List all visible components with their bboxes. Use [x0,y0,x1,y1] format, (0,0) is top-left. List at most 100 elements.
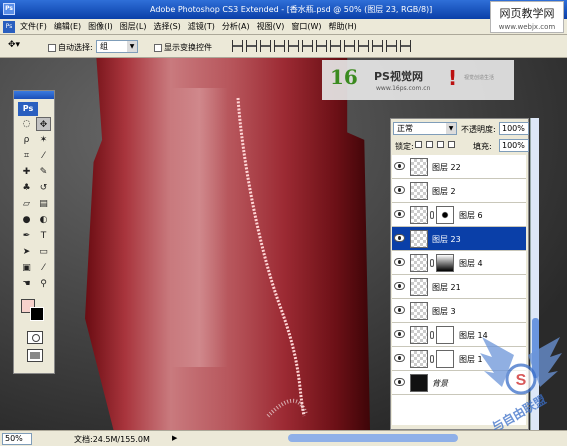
layer-row-selected[interactable]: 图层 23 [392,227,526,251]
layer-row[interactable]: 图层 2 [392,179,526,203]
menu-window[interactable]: 窗口(W) [291,21,321,32]
layer-name: 图层 23 [432,235,461,244]
move-tool-icon[interactable]: ✥ [36,117,51,131]
layer-mask-thumbnail[interactable] [436,206,454,224]
align-vcenter-icon[interactable] [246,40,257,52]
menu-filter[interactable]: 滤镜(T) [188,21,215,32]
distribute-hcenter-icon[interactable] [372,40,383,52]
menu-layer[interactable]: 图层(L) [120,21,147,32]
layer-mask-thumbnail[interactable] [436,326,454,344]
rectangle-tool-icon[interactable]: ▭ [36,245,51,259]
distribute-top-icon[interactable] [316,40,327,52]
path-selection-icon[interactable]: ➤ [19,245,34,259]
eye-icon[interactable] [394,234,405,242]
menu-image[interactable]: 图像(I) [88,21,113,32]
lock-pixels-icon[interactable] [426,141,433,148]
menu-select[interactable]: 选择(S) [153,21,180,32]
layer-mask-thumbnail[interactable] [436,254,454,272]
mask-link-icon[interactable] [430,355,434,363]
dodge-tool-icon[interactable]: ◐ [36,213,51,227]
pen-tool-icon[interactable]: ✒ [19,229,34,243]
title-bar: Ps Adobe Photoshop CS3 Extended - [香水瓶.p… [0,0,567,19]
magic-wand-tool-icon[interactable]: ✶ [36,133,51,147]
eye-icon[interactable] [394,258,405,266]
eye-icon[interactable] [394,186,405,194]
auto-align-icon[interactable] [400,40,411,52]
mask-link-icon[interactable] [430,211,434,219]
align-bottom-icon[interactable] [260,40,271,52]
mask-link-icon[interactable] [430,331,434,339]
eyedropper-tool-icon[interactable]: ⁄ [36,261,51,275]
quick-mask-icon[interactable] [27,331,43,344]
zoom-tool-icon[interactable]: ⚲ [36,277,51,291]
menu-file[interactable]: 文件(F) [20,21,47,32]
align-hcenter-icon[interactable] [288,40,299,52]
watermark-emblem: S 与自由联盟 [480,337,562,430]
tools-panel-header[interactable] [14,91,54,99]
layer-row[interactable]: 图层 22 [392,155,526,179]
distribute-bottom-icon[interactable] [344,40,355,52]
align-top-icon[interactable] [232,40,243,52]
auto-select-dropdown[interactable]: 组 ▼ [96,40,138,53]
auto-select-checkbox[interactable] [48,43,56,52]
lasso-tool-icon[interactable]: ρ [19,133,34,147]
layer-row[interactable]: 图层 3 [392,299,526,323]
brush-tool-icon[interactable]: ✎ [36,165,51,179]
eye-icon[interactable] [394,330,405,338]
hand-tool-icon[interactable]: ☚ [19,277,34,291]
layer-name: 图层 4 [459,259,483,268]
layer-row[interactable]: 图层 4 [392,251,526,275]
transform-controls-checkbox[interactable] [154,43,162,52]
eye-icon[interactable] [394,162,405,170]
layer-mask-thumbnail[interactable] [436,350,454,368]
move-tool-preset-icon[interactable]: ✥▾ [8,40,30,53]
horizontal-scrollbar[interactable] [288,434,458,442]
layer-row[interactable]: 图层 6 [392,203,526,227]
eye-icon[interactable] [394,378,405,386]
clone-stamp-icon[interactable]: ♣ [19,181,34,195]
eye-icon[interactable] [394,210,405,218]
status-menu-arrow-icon[interactable]: ▶ [172,434,177,442]
background-color-swatch[interactable] [30,307,44,321]
transform-controls-option[interactable]: 显示变换控件 [154,42,212,53]
layer-row[interactable]: 图层 21 [392,275,526,299]
distribute-right-icon[interactable] [386,40,397,52]
mask-link-icon[interactable] [430,259,434,267]
ps-logo: Ps [18,102,38,116]
healing-brush-icon[interactable]: ✚ [19,165,34,179]
ps-menu-icon[interactable]: Ps [3,21,15,33]
menu-analysis[interactable]: 分析(A) [222,21,250,32]
menu-help[interactable]: 帮助(H) [329,21,357,32]
fill-input[interactable]: 100% [499,139,529,152]
align-left-icon[interactable] [274,40,285,52]
gradient-tool-icon[interactable]: ▤ [36,197,51,211]
distribute-left-icon[interactable] [358,40,369,52]
lock-all-icon[interactable] [448,141,455,148]
blur-tool-icon[interactable]: ● [19,213,34,227]
document-info: 文档:24.5M/155.0M [74,435,150,444]
distribute-vcenter-icon[interactable] [330,40,341,52]
menu-view[interactable]: 视图(V) [257,21,285,32]
marquee-tool-icon[interactable]: ◌ [19,117,34,131]
notes-tool-icon[interactable]: ▣ [19,261,34,275]
lock-position-icon[interactable] [437,141,444,148]
eye-icon[interactable] [394,282,405,290]
screen-mode-icon[interactable] [27,349,43,362]
zoom-field[interactable]: 50% [2,433,32,445]
align-right-icon[interactable] [302,40,313,52]
eye-icon[interactable] [394,306,405,314]
auto-select-option[interactable]: 自动选择: [48,42,93,53]
lock-transparency-icon[interactable] [415,141,422,148]
type-tool-icon[interactable]: T [36,229,51,243]
crop-tool-icon[interactable]: ⌗ [19,149,34,163]
menu-edit[interactable]: 编辑(E) [54,21,81,32]
brand-url: www.webjx.com [498,23,556,31]
opacity-input[interactable]: 100% [499,122,529,135]
layer-thumbnail [410,350,428,368]
eraser-tool-icon[interactable]: ▱ [19,197,34,211]
slice-tool-icon[interactable]: ⁄ [36,149,51,163]
eye-icon[interactable] [394,354,405,362]
history-brush-icon[interactable]: ↺ [36,181,51,195]
blend-mode-dropdown[interactable]: 正常 ▼ [393,122,457,135]
align-buttons [232,40,411,52]
